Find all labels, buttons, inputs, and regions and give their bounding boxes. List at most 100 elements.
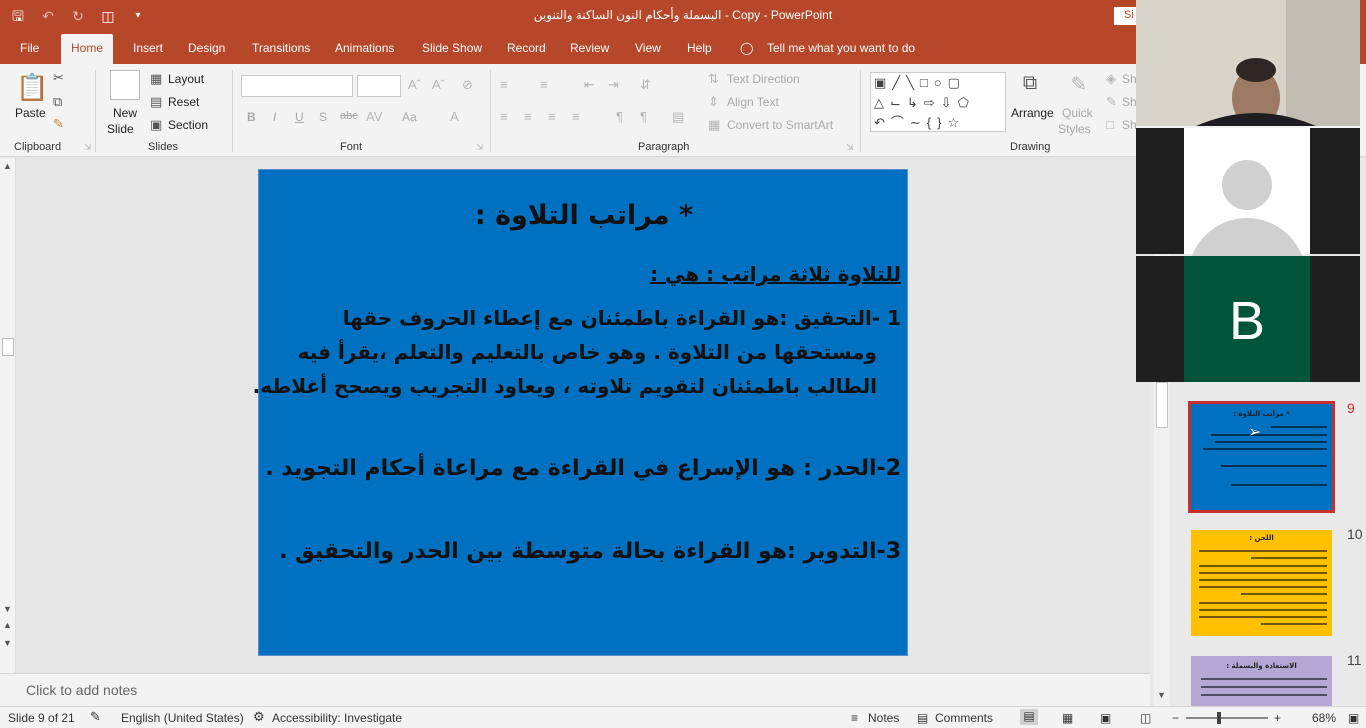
bullets-icon[interactable]: ≡ <box>500 77 508 92</box>
numbering-icon[interactable]: ≡ <box>540 77 548 92</box>
align-text-button[interactable]: Align Text <box>727 95 779 109</box>
left-to-right-icon[interactable]: ¶ <box>616 109 623 124</box>
spell-check-icon[interactable]: ✎ <box>90 709 101 725</box>
tab-file[interactable]: File <box>20 41 39 55</box>
shape-fill-button[interactable]: Sh <box>1122 72 1137 86</box>
notes-button[interactable]: Notes <box>868 711 899 725</box>
tab-animations[interactable]: Animations <box>335 41 394 55</box>
item3-text[interactable]: 3-التدوير :هو القراءة بحالة متوسطة بين ا… <box>279 539 901 564</box>
paste-icon[interactable]: 📋 <box>16 72 48 102</box>
tab-help[interactable]: Help <box>687 41 712 55</box>
format-painter-icon[interactable]: ✎ <box>53 116 64 132</box>
item1-line3[interactable]: الطالب باطمئنان لتقويم تلاوته ، ويعاود ا… <box>253 374 877 398</box>
tab-insert[interactable]: Insert <box>133 41 163 55</box>
dialog-launcher-icon[interactable]: ⇲ <box>846 142 854 153</box>
comments-button[interactable]: Comments <box>935 711 993 725</box>
scroll-down-icon[interactable]: ▼ <box>3 604 12 614</box>
clear-formatting-icon[interactable]: ⊘ <box>462 77 473 93</box>
notes-placeholder[interactable]: Click to add notes <box>26 682 137 698</box>
dialog-launcher-icon[interactable]: ⇲ <box>476 142 484 153</box>
increase-indent-icon[interactable]: ⇥ <box>608 77 619 93</box>
paste-button[interactable]: Paste <box>15 106 46 120</box>
reset-button[interactable]: Reset <box>168 95 199 109</box>
item1-line1[interactable]: 1 -التحقيق :هو القراءة باطمئنان مع إعطاء… <box>343 306 901 330</box>
shape-effects-button[interactable]: Sh <box>1122 118 1137 132</box>
shape-outline-button[interactable]: Sh <box>1122 95 1137 109</box>
previous-slide-icon[interactable]: ▲ <box>3 620 12 630</box>
italic-button[interactable]: I <box>273 110 276 124</box>
arrange-icon[interactable]: ⧉ <box>1018 72 1042 98</box>
new-slide-label-1[interactable]: New <box>113 106 137 120</box>
justify-icon[interactable]: ≡ <box>572 109 580 124</box>
change-case-button[interactable]: Aa <box>402 110 417 124</box>
zoom-in-icon[interactable]: + <box>1274 711 1281 725</box>
item2-text[interactable]: 2-الحدر : هو الإسراع في القراءة مع مراعا… <box>265 456 901 481</box>
item1-line2[interactable]: ومستحقها من التلاوة . وهو خاص بالتعليم و… <box>298 340 877 364</box>
right-to-left-icon[interactable]: ¶ <box>640 109 647 124</box>
tab-home[interactable]: Home <box>61 34 114 64</box>
shadow-button[interactable]: S <box>319 110 327 124</box>
layout-button[interactable]: Layout <box>168 72 204 86</box>
shapes-gallery[interactable]: ▣╱╲□○▢ △⌙↳⇨⇩⬠ ↶⌒∼{}☆ <box>870 72 1006 132</box>
arrange-button[interactable]: Arrange <box>1011 106 1054 120</box>
dialog-launcher-icon[interactable]: ⇲ <box>84 142 92 153</box>
columns-icon[interactable]: ▤ <box>672 109 684 125</box>
reading-view-icon[interactable]: ▣ <box>1100 711 1111 725</box>
fit-to-window-icon[interactable]: ▣ <box>1348 711 1359 725</box>
video-tile-avatar[interactable] <box>1136 128 1360 278</box>
language-indicator[interactable]: English (United States) <box>121 711 244 725</box>
new-slide-icon[interactable] <box>110 70 140 100</box>
thumbnail-scrollbar-thumb[interactable] <box>1156 382 1168 428</box>
align-center-icon[interactable]: ≡ <box>524 109 532 124</box>
font-color-icon[interactable]: A <box>450 109 459 124</box>
next-slide-icon[interactable]: ▼ <box>3 638 12 648</box>
grow-font-icon[interactable]: Aˆ <box>408 77 421 92</box>
slide-subtitle[interactable]: للتلاوة ثلاثة مراتب : هي : <box>650 262 901 286</box>
quick-styles-icon[interactable]: ✎ <box>1066 72 1092 98</box>
tab-review[interactable]: Review <box>570 41 609 55</box>
scroll-up-icon[interactable]: ▲ <box>3 161 12 171</box>
decrease-indent-icon[interactable]: ⇤ <box>584 77 595 93</box>
bold-button[interactable]: B <box>247 110 256 124</box>
tab-transitions[interactable]: Transitions <box>252 41 310 55</box>
zoom-slider-thumb[interactable] <box>1217 712 1221 724</box>
character-spacing-icon[interactable]: AV <box>366 109 382 124</box>
zoom-out-icon[interactable]: − <box>1172 711 1179 725</box>
zoom-level[interactable]: 68% <box>1312 711 1336 725</box>
tab-view[interactable]: View <box>635 41 661 55</box>
accessibility-status[interactable]: Accessibility: Investigate <box>272 711 402 725</box>
line-spacing-icon[interactable]: ⇵ <box>640 77 651 93</box>
video-tile-initial[interactable]: B <box>1136 256 1360 382</box>
slide-show-icon[interactable]: ◫ <box>1140 711 1151 725</box>
notes-pane[interactable]: Click to add notes <box>0 673 1150 706</box>
scrollbar-thumb[interactable] <box>2 338 14 356</box>
slide-title[interactable]: * مراتب التلاوة : <box>259 200 909 231</box>
thumbnail-scroll-down-icon[interactable]: ▼ <box>1157 690 1166 700</box>
tab-record[interactable]: Record <box>507 41 546 55</box>
slide-thumbnail-11[interactable]: الاستعاذة والبسملة : <box>1191 656 1332 706</box>
video-tile-camera[interactable] <box>1136 0 1360 128</box>
normal-view-icon[interactable]: ▤ <box>1020 709 1038 725</box>
section-button[interactable]: Section <box>168 118 208 132</box>
editor-vertical-scrollbar[interactable]: ▲ ▼ ▲ ▼ <box>0 158 16 673</box>
current-slide[interactable]: * مراتب التلاوة : للتلاوة ثلاثة مراتب : … <box>253 169 909 656</box>
quick-styles-label-1[interactable]: Quick <box>1062 106 1093 120</box>
tab-slide-show[interactable]: Slide Show <box>422 41 482 55</box>
align-right-icon[interactable]: ≡ <box>548 109 556 124</box>
new-slide-label-2[interactable]: Slide <box>107 122 134 136</box>
tell-me-search[interactable]: Tell me what you want to do <box>767 41 915 55</box>
quick-styles-label-2[interactable]: Styles <box>1058 122 1091 136</box>
slide-sorter-icon[interactable]: ▦ <box>1062 711 1073 725</box>
font-family-combo[interactable] <box>241 75 353 97</box>
shrink-font-icon[interactable]: Aˇ <box>432 77 445 92</box>
align-left-icon[interactable]: ≡ <box>500 109 508 124</box>
slide-thumbnail-9[interactable]: * مراتب التلاوة : <box>1188 401 1335 513</box>
convert-to-smartart-button[interactable]: Convert to SmartArt <box>727 118 833 132</box>
copy-icon[interactable]: ⧉ <box>53 94 62 110</box>
font-size-combo[interactable] <box>357 75 401 97</box>
cut-icon[interactable]: ✂ <box>53 70 64 86</box>
text-direction-button[interactable]: Text Direction <box>727 72 800 86</box>
tab-design[interactable]: Design <box>188 41 225 55</box>
zoom-slider[interactable] <box>1186 712 1268 724</box>
strikethrough-button[interactable]: abc <box>340 110 358 122</box>
